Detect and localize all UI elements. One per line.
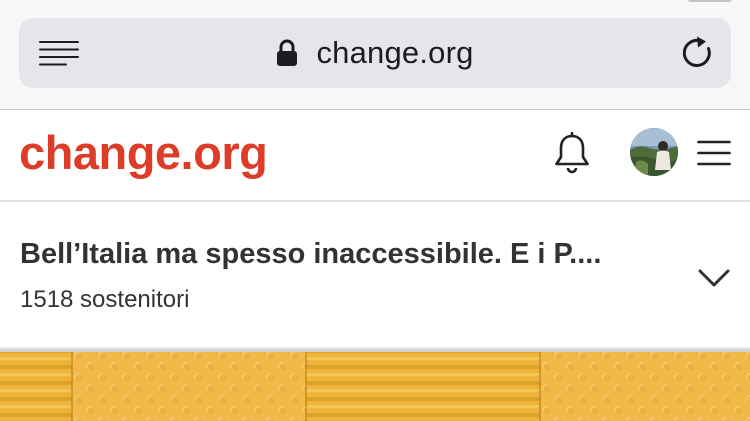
chevron-down-icon[interactable] bbox=[698, 268, 730, 288]
petition-hero-image bbox=[0, 349, 750, 421]
lock-icon bbox=[277, 39, 298, 66]
change-org-logo[interactable]: change.org bbox=[19, 124, 268, 182]
browser-toolbar: change.org bbox=[0, 0, 750, 110]
site-header: change.org bbox=[0, 110, 750, 202]
petition-title[interactable]: Bell’Italia ma spesso inaccessibile. E i… bbox=[20, 238, 670, 271]
avatar[interactable] bbox=[630, 128, 678, 176]
tactile-paving-photo bbox=[0, 349, 750, 421]
address-bar[interactable]: change.org bbox=[19, 18, 731, 88]
avatar-photo bbox=[630, 128, 678, 176]
hamburger-menu-icon[interactable] bbox=[697, 140, 731, 166]
url-text: change.org bbox=[316, 35, 474, 70]
reload-icon[interactable] bbox=[681, 36, 715, 70]
url-display[interactable]: change.org bbox=[19, 18, 731, 88]
bell-icon[interactable] bbox=[553, 132, 591, 174]
supporter-count: 1518 sostenitori bbox=[20, 286, 190, 313]
drag-indicator bbox=[688, 0, 732, 2]
petition-summary[interactable]: Bell’Italia ma spesso inaccessibile. E i… bbox=[0, 202, 750, 349]
